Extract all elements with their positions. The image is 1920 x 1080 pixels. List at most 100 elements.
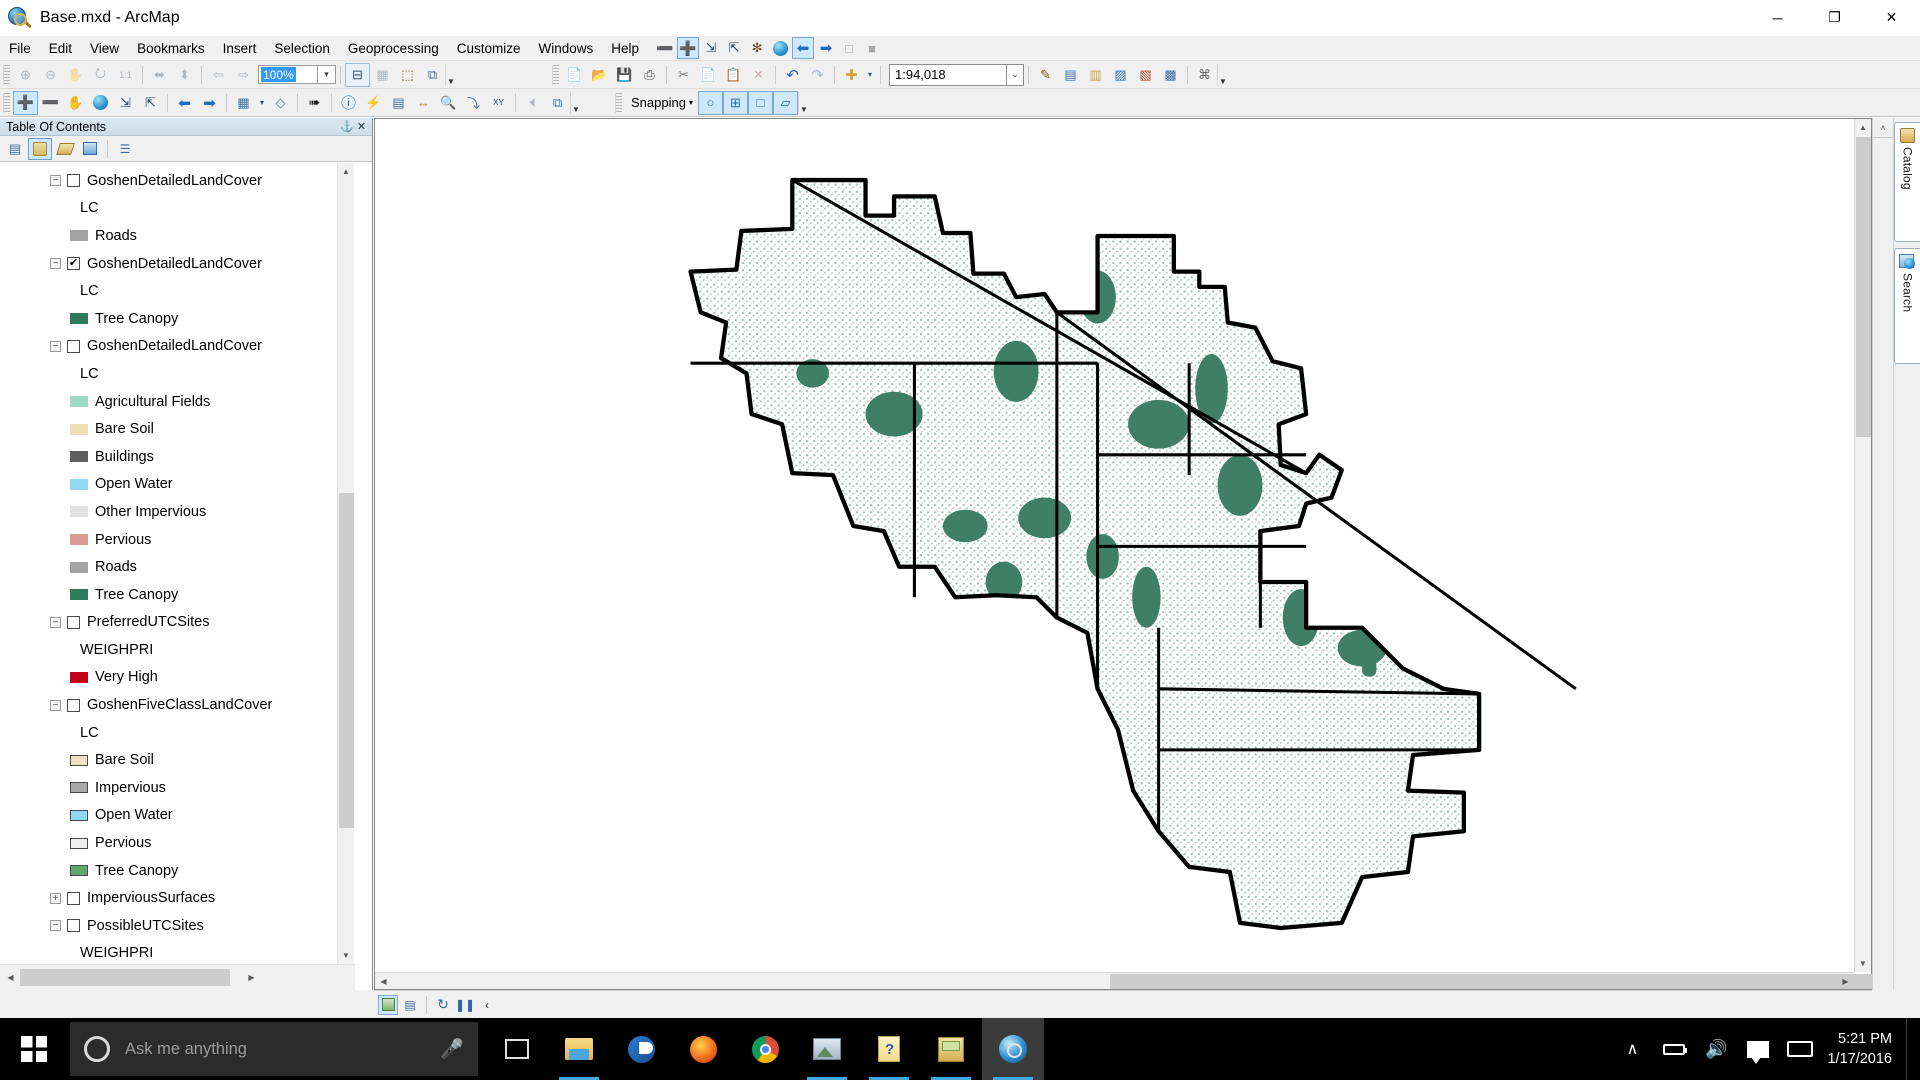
symbol-swatch[interactable] xyxy=(70,561,88,573)
edge-snapping-icon[interactable]: ▱ xyxy=(772,90,798,115)
select-elements-icon[interactable]: ➠ xyxy=(302,91,327,115)
toc-symbol-row[interactable]: Tree Canopy xyxy=(0,581,355,609)
layer-visibility-checkbox[interactable]: ✔ xyxy=(67,257,80,271)
show-hidden-icons-icon[interactable]: ∧ xyxy=(1611,1018,1653,1080)
list-by-visibility-icon[interactable] xyxy=(53,138,77,160)
collapse-icon[interactable]: − xyxy=(50,340,61,352)
go-forward-extent-icon[interactable]: ➡ xyxy=(815,37,837,59)
toc-symbol-row[interactable]: Roads xyxy=(0,222,355,250)
symbol-swatch[interactable] xyxy=(70,478,88,490)
menu-windows[interactable]: Windows xyxy=(530,38,603,59)
toolbar-overflow-button[interactable]: ▼ xyxy=(445,63,456,86)
create-viewer-window-icon[interactable]: ⧉ xyxy=(545,91,570,115)
fixed-zoom-out-icon[interactable]: ⇱ xyxy=(138,91,163,115)
list-by-source-icon[interactable] xyxy=(28,137,52,160)
menu-edit[interactable]: Edit xyxy=(40,38,81,59)
layer-visibility-checkbox[interactable] xyxy=(67,339,80,353)
layer-visibility-checkbox[interactable] xyxy=(67,698,80,712)
go-back-extent-icon[interactable]: ⬅ xyxy=(172,91,197,115)
minimize-button[interactable]: ─ xyxy=(1749,0,1806,36)
undo-icon[interactable]: ↶ xyxy=(780,63,805,87)
identify-icon[interactable]: ⓘ xyxy=(336,91,361,115)
toc-layer-row[interactable]: − GoshenFiveClassLandCover xyxy=(0,691,355,719)
menu-view[interactable]: View xyxy=(81,38,128,59)
modelbuilder-icon[interactable]: ⌘ xyxy=(1192,63,1217,87)
symbol-swatch[interactable] xyxy=(70,837,88,849)
show-desktop-button[interactable] xyxy=(1906,1018,1916,1080)
page-zoom-dropdown[interactable]: ▾ xyxy=(318,65,336,84)
measure-icon[interactable]: ↔ xyxy=(411,91,436,115)
one-to-one-icon[interactable]: 1:1 xyxy=(113,63,138,87)
fixed-zoom-in-icon[interactable]: ⇲ xyxy=(113,91,138,115)
toc-hscroll-thumb[interactable] xyxy=(20,969,230,986)
symbol-swatch[interactable] xyxy=(70,534,88,546)
collapse-icon[interactable]: − xyxy=(50,920,61,932)
list-by-drawing-order-icon[interactable]: ▤ xyxy=(3,138,27,160)
right-dock-collapse-button[interactable]: ˄ xyxy=(1873,118,1893,138)
python-window-icon[interactable]: ▩ xyxy=(1158,63,1183,87)
editor-toolbar-icon[interactable]: ✎ xyxy=(1033,63,1058,87)
go-back-page-icon[interactable]: ⇦ xyxy=(206,63,231,87)
toc-horizontal-scrollbar[interactable]: ◀ ▶ xyxy=(0,964,355,990)
toc-layer-row[interactable]: − ✔ GoshenDetailedLandCover xyxy=(0,250,355,278)
print-icon[interactable]: ⎙ xyxy=(637,63,662,87)
add-data-dropdown-icon[interactable]: ▾ xyxy=(864,63,876,87)
map-scroll-left-button[interactable]: ◀ xyxy=(375,973,392,990)
toc-layer-row[interactable]: − PreferredUTCSites xyxy=(0,609,355,637)
chrome-browser-icon[interactable] xyxy=(734,1018,796,1080)
collapse-icon[interactable]: − xyxy=(50,258,61,270)
toc-autohide-button[interactable]: ⚓ xyxy=(340,120,354,133)
pan-icon[interactable]: ✋ xyxy=(63,91,88,115)
toc-vertical-scrollbar[interactable]: ▲ ▼ xyxy=(337,163,354,964)
symbol-swatch[interactable] xyxy=(70,589,88,601)
pan-page-icon[interactable]: ✋ xyxy=(63,63,88,87)
html-popup-icon[interactable]: ▤ xyxy=(386,91,411,115)
microphone-icon[interactable]: 🎤 xyxy=(440,1037,464,1061)
toc-field-row[interactable]: LC xyxy=(0,719,355,747)
snapping-menu-caret[interactable]: ▾ xyxy=(689,98,698,107)
toc-layer-list[interactable]: − GoshenDetailedLandCover LC Roads − ✔ GoshenD… xyxy=(0,163,355,964)
layer-visibility-checkbox[interactable] xyxy=(67,919,80,933)
map-scale-input[interactable]: 1:94,018 xyxy=(889,63,1007,86)
task-view-icon[interactable] xyxy=(486,1018,548,1080)
arccatalog-icon[interactable] xyxy=(920,1018,982,1080)
symbol-swatch[interactable] xyxy=(70,809,88,821)
search-tab[interactable]: Search xyxy=(1894,248,1920,364)
toc-close-button[interactable]: ✕ xyxy=(355,120,368,133)
fixed-zoom-in-icon[interactable]: ⇱ xyxy=(723,37,745,59)
toggle-draft-mode-icon[interactable]: ⊟ xyxy=(345,62,370,87)
find-icon[interactable]: 🔍 xyxy=(436,91,461,115)
data-driven-pages-icon[interactable]: ⧉ xyxy=(420,63,445,87)
toc-scroll-up-button[interactable]: ▲ xyxy=(338,163,354,180)
select-features-icon[interactable]: ▦ xyxy=(231,91,256,115)
toc-symbol-row[interactable]: Agricultural Fields xyxy=(0,388,355,416)
expand-icon[interactable]: + xyxy=(50,892,61,904)
refresh-view-icon[interactable]: ↻ xyxy=(433,995,453,1015)
refresh-page-icon[interactable]: ▦ xyxy=(370,63,395,87)
toc-layer-row[interactable]: + ImperviousSurfaces xyxy=(0,884,355,912)
catalog-tab[interactable]: Catalog xyxy=(1894,122,1920,242)
standard-toolbar-overflow-button[interactable]: ▼ xyxy=(1217,63,1228,86)
toc-symbol-row[interactable]: Impervious xyxy=(0,774,355,802)
pause-drawing-icon[interactable]: ❚❚ xyxy=(455,995,475,1015)
delete-icon[interactable]: ✕ xyxy=(746,63,771,87)
zoom-in-page-icon[interactable]: ⊕ xyxy=(13,63,38,87)
toc-symbol-row[interactable]: Pervious xyxy=(0,526,355,554)
taskbar-clock[interactable]: 5:21 PM 1/17/2016 xyxy=(1821,1029,1906,1069)
snapping-toolbar-grip[interactable] xyxy=(615,92,622,113)
symbol-swatch[interactable] xyxy=(70,754,88,766)
redo-icon[interactable]: ↷ xyxy=(805,63,830,87)
time-slider-icon[interactable]: ⏴ xyxy=(520,91,545,115)
file-explorer-icon[interactable] xyxy=(548,1018,610,1080)
tools-toolbar-grip[interactable] xyxy=(3,92,10,113)
collapse-status-icon[interactable]: ‹ xyxy=(477,995,497,1015)
symbol-swatch[interactable] xyxy=(70,396,88,408)
snapping-menu[interactable]: Snapping xyxy=(625,95,689,110)
cortana-search-box[interactable]: Ask me anything 🎤 xyxy=(70,1022,478,1076)
toc-symbol-row[interactable]: Tree Canopy xyxy=(0,857,355,885)
toc-symbol-row[interactable]: Pervious xyxy=(0,829,355,857)
catalog-window-icon[interactable]: ▥ xyxy=(1083,63,1108,87)
toc-field-row[interactable]: WEIGHPRI xyxy=(0,940,355,964)
map-view[interactable]: ▲ ▼ ◀ ▶ xyxy=(374,118,1920,990)
symbol-swatch[interactable] xyxy=(70,782,88,794)
